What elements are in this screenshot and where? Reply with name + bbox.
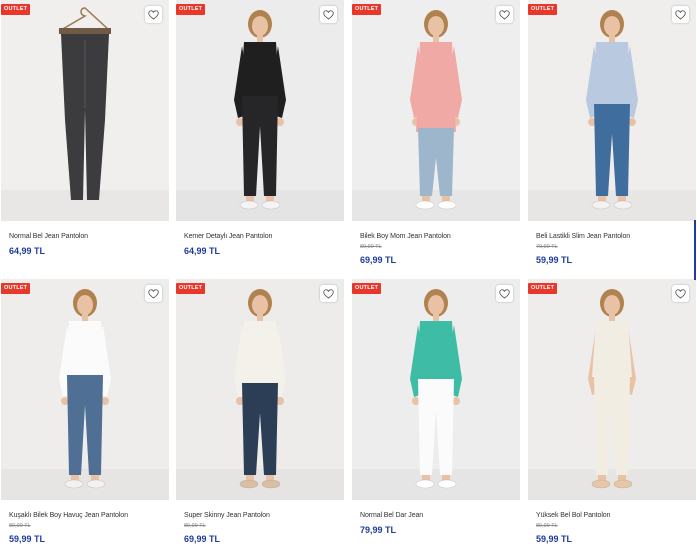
outlet-badge: OUTLET xyxy=(528,4,558,15)
product-image[interactable] xyxy=(1,0,169,221)
product-photo xyxy=(528,279,696,500)
heart-icon xyxy=(148,9,159,20)
favorite-button[interactable] xyxy=(320,285,337,302)
product-image[interactable] xyxy=(1,279,169,500)
product-name[interactable]: Bilek Boy Mom Jean Pantolon xyxy=(360,233,451,240)
scroll-indicator xyxy=(694,220,696,280)
product-name[interactable]: Kuşaklı Bilek Boy Havuç Jean Pantolon xyxy=(9,512,128,519)
product-price: 64,99 TL xyxy=(9,246,46,256)
product-price: 69,99 TL xyxy=(360,255,397,265)
product-name[interactable]: Normal Bel Dar Jean xyxy=(360,512,423,519)
heart-icon xyxy=(499,9,510,20)
product-card-7[interactable]: OUTLET Normal Bel Dar Jean 79,99 TL xyxy=(352,279,520,553)
product-card-6[interactable]: OUTLET Super Skinny Jean Pantolon 89,99 … xyxy=(176,279,344,553)
product-price: 59,99 TL xyxy=(536,255,573,265)
favorite-button[interactable] xyxy=(320,6,337,23)
outlet-badge: OUTLET xyxy=(1,283,31,294)
product-photo xyxy=(352,279,520,500)
product-photo xyxy=(176,0,344,221)
product-name[interactable]: Super Skinny Jean Pantolon xyxy=(184,512,270,519)
heart-icon xyxy=(148,288,159,299)
product-name[interactable]: Kemer Detaylı Jean Pantolon xyxy=(184,233,272,240)
product-card-2[interactable]: OUTLET Kemer Detaylı Jean Pantolon 64,99… xyxy=(176,0,344,274)
old-price: 89,99 TL xyxy=(9,523,31,529)
heart-icon xyxy=(675,9,686,20)
product-card-3[interactable]: OUTLET Bilek Boy Mom Jean Pantolon 89,99… xyxy=(352,0,520,274)
outlet-badge: OUTLET xyxy=(176,283,206,294)
product-price: 59,99 TL xyxy=(536,534,573,544)
product-photo xyxy=(352,0,520,221)
favorite-button[interactable] xyxy=(145,285,162,302)
product-image[interactable] xyxy=(528,0,696,221)
product-card-8[interactable]: OUTLET Yüksek Bel Bol Pantolon 89,99 TL … xyxy=(528,279,696,553)
product-name[interactable]: Yüksek Bel Bol Pantolon xyxy=(536,512,610,519)
product-photo xyxy=(1,0,169,221)
favorite-button[interactable] xyxy=(672,6,689,23)
product-price: 69,99 TL xyxy=(184,534,221,544)
product-photo xyxy=(1,279,169,500)
old-price: 89,99 TL xyxy=(536,523,558,529)
product-image[interactable] xyxy=(176,0,344,221)
favorite-button[interactable] xyxy=(145,6,162,23)
outlet-badge: OUTLET xyxy=(352,283,382,294)
old-price: 89,99 TL xyxy=(360,244,382,250)
product-name[interactable]: Normal Bel Jean Pantolon xyxy=(9,233,88,240)
outlet-badge: OUTLET xyxy=(1,4,31,15)
outlet-badge: OUTLET xyxy=(176,4,206,15)
heart-icon xyxy=(499,288,510,299)
product-name[interactable]: Beli Lastikli Slim Jean Pantolon xyxy=(536,233,630,240)
product-card-1[interactable]: OUTLET Normal Bel Jean Pantolon 64,99 TL xyxy=(1,0,169,274)
product-card-5[interactable]: OUTLET Kuşaklı Bilek Boy Havuç Jean Pant… xyxy=(1,279,169,553)
heart-icon xyxy=(675,288,686,299)
favorite-button[interactable] xyxy=(496,285,513,302)
product-card-4[interactable]: OUTLET Beli Lastikli Slim Jean Pantolon … xyxy=(528,0,696,274)
outlet-badge: OUTLET xyxy=(352,4,382,15)
product-image[interactable] xyxy=(352,279,520,500)
heart-icon xyxy=(323,288,334,299)
product-price: 64,99 TL xyxy=(184,246,221,256)
product-image[interactable] xyxy=(352,0,520,221)
outlet-badge: OUTLET xyxy=(528,283,558,294)
favorite-button[interactable] xyxy=(496,6,513,23)
product-price: 79,99 TL xyxy=(360,525,397,535)
product-price: 59,99 TL xyxy=(9,534,46,544)
favorite-button[interactable] xyxy=(672,285,689,302)
product-photo xyxy=(176,279,344,500)
old-price: 79,99 TL xyxy=(536,244,558,250)
old-price: 89,99 TL xyxy=(184,523,206,529)
product-image[interactable] xyxy=(176,279,344,500)
product-photo xyxy=(528,0,696,221)
heart-icon xyxy=(323,9,334,20)
product-image[interactable] xyxy=(528,279,696,500)
